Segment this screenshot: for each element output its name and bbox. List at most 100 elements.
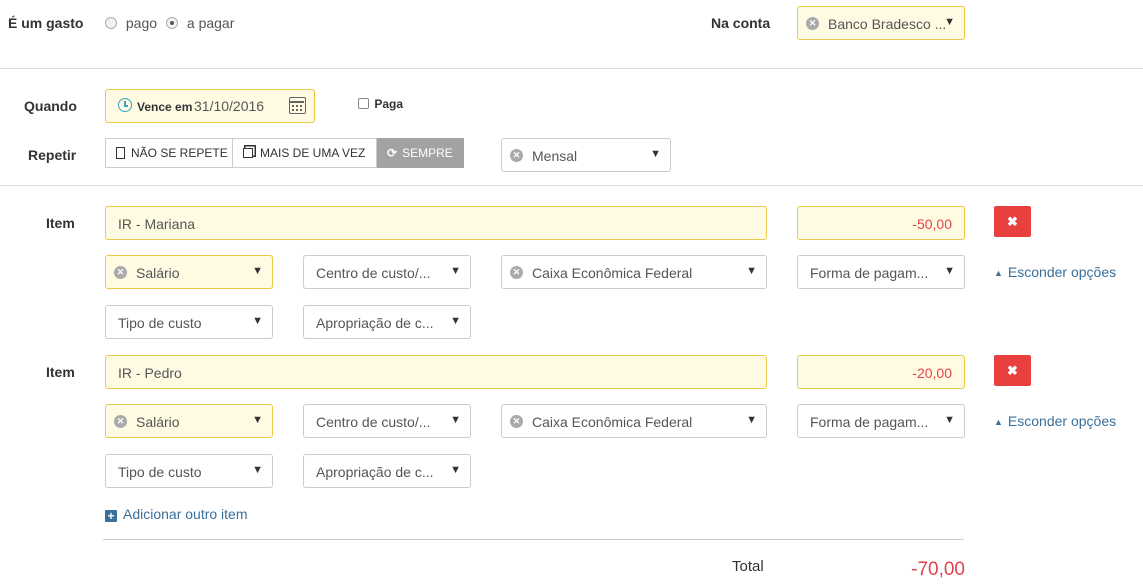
- cost-center-placeholder: Centro de custo/...: [316, 265, 431, 281]
- radio-to-pay[interactable]: a pagar: [166, 15, 234, 31]
- payment-method-select[interactable]: Forma de pagam... ▼: [797, 404, 965, 438]
- clock-icon: [118, 98, 132, 112]
- appropriation-placeholder: Apropriação de c...: [316, 464, 434, 480]
- close-icon: ✖: [1007, 214, 1018, 229]
- divider: [0, 185, 1143, 186]
- due-date-value: 31/10/2016: [194, 98, 265, 114]
- chevron-down-icon: ▼: [252, 464, 263, 476]
- divider: [0, 68, 1143, 69]
- clear-icon[interactable]: ✕: [510, 266, 523, 279]
- repeat-always-button[interactable]: ⟳ SEMPRE: [377, 138, 464, 168]
- chevron-down-icon: ▼: [746, 414, 757, 426]
- chevron-down-icon: ▼: [450, 464, 461, 476]
- frequency-select[interactable]: ✕ Mensal ▼: [501, 138, 671, 172]
- total-label: Total: [732, 558, 764, 575]
- chevron-down-icon: ▼: [450, 265, 461, 277]
- frequency-value: Mensal: [532, 148, 578, 164]
- chevron-down-icon: ▼: [252, 265, 263, 277]
- total-divider: [103, 539, 964, 540]
- appropriation-select[interactable]: Apropriação de c... ▼: [303, 305, 471, 339]
- repeat-always-label: SEMPRE: [402, 146, 453, 160]
- chevron-down-icon: ▼: [252, 414, 263, 426]
- item-description-value: IR - Pedro: [118, 365, 182, 381]
- radio-paid[interactable]: pago: [105, 15, 157, 31]
- category-value: Salário: [136, 414, 180, 430]
- item-amount-input[interactable]: -50,00: [797, 206, 965, 240]
- item-label: Item: [46, 215, 75, 231]
- payment-method-placeholder: Forma de pagam...: [810, 414, 929, 430]
- repeat-never-label: NÃO SE REPETE: [131, 146, 228, 160]
- radio-paid-circle[interactable]: [105, 17, 117, 29]
- appropriation-placeholder: Apropriação de c...: [316, 315, 434, 331]
- cost-center-select[interactable]: Centro de custo/... ▼: [303, 404, 471, 438]
- paid-checkbox-label: Paga: [374, 97, 404, 111]
- category-select[interactable]: ✕ Salário ▼: [105, 404, 273, 438]
- clear-icon[interactable]: ✕: [510, 149, 523, 162]
- chevron-down-icon: ▼: [450, 414, 461, 426]
- chevron-down-icon: ▼: [944, 16, 955, 28]
- payment-method-select[interactable]: Forma de pagam... ▼: [797, 255, 965, 289]
- clear-icon[interactable]: ✕: [510, 415, 523, 428]
- hide-options-label: Esconder opções: [1007, 264, 1117, 280]
- cost-center-select[interactable]: Centro de custo/... ▼: [303, 255, 471, 289]
- item-account-select[interactable]: ✕ Caixa Econômica Federal ▼: [501, 255, 767, 289]
- repeat-multiple-button[interactable]: MAIS DE UMA VEZ: [233, 138, 377, 168]
- due-prefix: Vence em: [137, 100, 193, 114]
- chevron-down-icon: ▼: [650, 148, 661, 160]
- total-value: -70,00: [911, 559, 965, 580]
- category-value: Salário: [136, 265, 180, 281]
- item-description-input[interactable]: IR - Pedro: [105, 355, 767, 389]
- item-account-select[interactable]: ✕ Caixa Econômica Federal ▼: [501, 404, 767, 438]
- account-select[interactable]: ✕ Banco Bradesco ... ▼: [797, 6, 965, 40]
- copy-icon: [243, 148, 253, 158]
- close-icon: ✖: [1007, 363, 1018, 378]
- add-item-link[interactable]: + Adicionar outro item: [105, 506, 248, 522]
- cost-type-placeholder: Tipo de custo: [118, 315, 202, 331]
- item-account-value: Caixa Econômica Federal: [532, 265, 693, 281]
- account-label: Na conta: [711, 15, 771, 31]
- delete-item-button[interactable]: ✖: [994, 355, 1031, 386]
- hide-options-link[interactable]: ▲ Esconder opções: [994, 413, 1116, 429]
- paid-checkbox-box[interactable]: [358, 98, 369, 109]
- plus-square-icon: +: [105, 510, 117, 522]
- category-select[interactable]: ✕ Salário ▼: [105, 255, 273, 289]
- expense-label: É um gasto: [8, 15, 84, 31]
- chevron-down-icon: ▼: [450, 315, 461, 327]
- clear-icon[interactable]: ✕: [114, 266, 127, 279]
- paid-checkbox[interactable]: Paga: [358, 97, 403, 111]
- hide-options-label: Esconder opções: [1007, 413, 1117, 429]
- calendar-icon[interactable]: [289, 97, 306, 114]
- hide-options-link[interactable]: ▲ Esconder opções: [994, 264, 1116, 280]
- repeat-never-button[interactable]: NÃO SE REPETE: [105, 138, 233, 168]
- repeat-button-group: NÃO SE REPETE MAIS DE UMA VEZ ⟳ SEMPRE: [105, 138, 464, 168]
- due-date-field[interactable]: Vence em 31/10/2016: [105, 89, 315, 123]
- chevron-down-icon: ▼: [252, 315, 263, 327]
- account-value: Banco Bradesco ...: [828, 16, 947, 32]
- file-icon: [116, 147, 125, 159]
- refresh-icon: ⟳: [387, 146, 398, 160]
- cost-type-placeholder: Tipo de custo: [118, 464, 202, 480]
- payment-method-placeholder: Forma de pagam...: [810, 265, 929, 281]
- chevron-down-icon: ▼: [746, 265, 757, 277]
- repeat-label: Repetir: [28, 147, 77, 163]
- cost-type-select[interactable]: Tipo de custo ▼: [105, 305, 273, 339]
- item-account-value: Caixa Econômica Federal: [532, 414, 693, 430]
- delete-item-button[interactable]: ✖: [994, 206, 1031, 237]
- chevron-down-icon: ▼: [944, 414, 955, 426]
- item-description-value: IR - Mariana: [118, 216, 196, 232]
- item-amount-input[interactable]: -20,00: [797, 355, 965, 389]
- repeat-multiple-label: MAIS DE UMA VEZ: [260, 146, 366, 160]
- clear-icon[interactable]: ✕: [806, 17, 819, 30]
- chevron-down-icon: ▼: [944, 265, 955, 277]
- add-item-label: Adicionar outro item: [123, 506, 248, 522]
- appropriation-select[interactable]: Apropriação de c... ▼: [303, 454, 471, 488]
- cost-type-select[interactable]: Tipo de custo ▼: [105, 454, 273, 488]
- item-label: Item: [46, 364, 75, 380]
- radio-paid-label: pago: [125, 15, 158, 31]
- clear-icon[interactable]: ✕: [114, 415, 127, 428]
- item-amount-value: -50,00: [912, 216, 952, 232]
- cost-center-placeholder: Centro de custo/...: [316, 414, 431, 430]
- item-description-input[interactable]: IR - Mariana: [105, 206, 767, 240]
- radio-to-pay-circle[interactable]: [166, 17, 178, 29]
- item-amount-value: -20,00: [912, 365, 952, 381]
